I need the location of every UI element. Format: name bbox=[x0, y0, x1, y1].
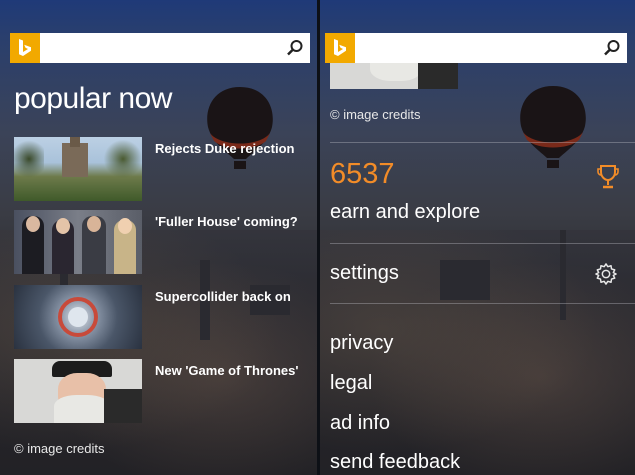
image-credits-link[interactable]: © image credits bbox=[330, 107, 421, 122]
news-thumbnail bbox=[14, 210, 142, 274]
hot-air-balloon-image bbox=[520, 86, 586, 168]
news-thumbnail bbox=[14, 137, 142, 201]
divider bbox=[330, 243, 635, 244]
search-input[interactable] bbox=[355, 33, 597, 63]
popular-now-panel: popular now Rejects Duke rejection 'Full… bbox=[0, 0, 317, 475]
image-credits-link[interactable]: © image credits bbox=[14, 441, 105, 456]
news-thumbnail bbox=[14, 359, 142, 423]
news-title[interactable]: Supercollider back on bbox=[155, 289, 291, 304]
news-thumbnail-partial bbox=[330, 63, 458, 89]
search-bar[interactable] bbox=[10, 33, 310, 63]
legal-link[interactable]: legal bbox=[330, 372, 372, 395]
rewards-score: 6537 bbox=[330, 158, 395, 190]
bing-logo-icon[interactable] bbox=[10, 33, 40, 63]
news-item[interactable]: Supercollider back on bbox=[14, 285, 309, 349]
ad-info-link[interactable]: ad info bbox=[330, 412, 390, 435]
news-title[interactable]: 'Fuller House' coming? bbox=[155, 214, 298, 229]
divider bbox=[330, 303, 635, 304]
news-item[interactable]: 'Fuller House' coming? bbox=[14, 210, 309, 274]
news-title[interactable]: Rejects Duke rejection bbox=[155, 141, 294, 156]
menu-panel: © image credits 6537 earn and explore se… bbox=[320, 0, 635, 475]
search-icon[interactable] bbox=[280, 33, 310, 63]
news-item[interactable]: New 'Game of Thrones' bbox=[14, 359, 309, 423]
page-title: popular now bbox=[14, 82, 172, 115]
news-thumbnail bbox=[14, 285, 142, 349]
divider bbox=[330, 142, 635, 143]
news-title[interactable]: New 'Game of Thrones' bbox=[155, 363, 298, 378]
trophy-icon[interactable] bbox=[597, 164, 619, 190]
search-bar[interactable] bbox=[325, 33, 627, 63]
gear-icon[interactable] bbox=[595, 263, 617, 285]
search-icon[interactable] bbox=[597, 33, 627, 63]
settings-link[interactable]: settings bbox=[330, 262, 399, 285]
bing-logo-icon[interactable] bbox=[325, 33, 355, 63]
search-input[interactable] bbox=[40, 33, 280, 63]
privacy-link[interactable]: privacy bbox=[330, 332, 393, 355]
send-feedback-link[interactable]: send feedback bbox=[330, 451, 460, 474]
news-item[interactable]: Rejects Duke rejection bbox=[14, 137, 309, 201]
earn-and-explore-link[interactable]: earn and explore bbox=[330, 201, 480, 224]
